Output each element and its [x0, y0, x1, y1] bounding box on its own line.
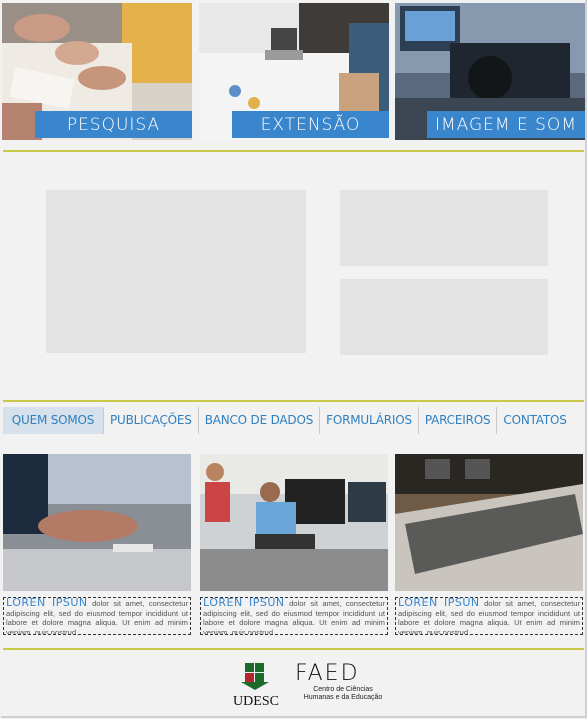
- divider-nav: [3, 400, 584, 402]
- divider-footer: [3, 648, 584, 650]
- content-placeholder-bottom-right: [340, 279, 548, 355]
- nav-formularios[interactable]: FORMULÁRIOS: [320, 406, 419, 434]
- faed-line2: Humanas e da Educação: [303, 694, 383, 701]
- hero-label: PESQUISA: [35, 111, 192, 138]
- card-image: [200, 454, 388, 591]
- nav-contatos[interactable]: CONTATOS: [497, 407, 572, 434]
- hero-label: IMAGEM E SOM: [427, 111, 585, 138]
- card-text: LOREN IPSUN dolor sit amet, consectetur …: [200, 597, 388, 635]
- divider-top: [3, 150, 584, 152]
- nav-quem-somos[interactable]: QUEM SOMOS: [3, 406, 104, 434]
- content-placeholder-top-right: [340, 190, 548, 266]
- faed-logo: FAED Centro de Ciências Humanas e da Edu…: [295, 662, 391, 702]
- news-card[interactable]: LOREN IPSUN dolor sit amet, consectetur …: [200, 454, 388, 635]
- card-heading: LOREN IPSUN: [6, 597, 88, 609]
- content-placeholder-large: [46, 190, 306, 353]
- udesc-label: UDESC: [233, 694, 279, 708]
- card-text: LOREN IPSUN dolor sit amet, consectetur …: [395, 597, 583, 635]
- hero-extensao[interactable]: EXTENSÃO: [199, 3, 389, 140]
- card-heading: LOREN IPSUN: [203, 597, 285, 609]
- card-image: [3, 454, 191, 591]
- page-frame: PESQUISA EXTENSÃO IMAGEM E SOM QUEM SOMO…: [1, 0, 587, 718]
- news-card[interactable]: LOREN IPSUN dolor sit amet, consectetur …: [3, 454, 191, 635]
- faed-line1: Centro de Ciências: [313, 686, 373, 693]
- nav-banco-de-dados[interactable]: BANCO DE DADOS: [199, 406, 321, 434]
- hero-label: EXTENSÃO: [232, 111, 389, 138]
- hero-imagem-e-som[interactable]: IMAGEM E SOM: [395, 3, 585, 140]
- nav-parceiros[interactable]: PARCEIROS: [419, 406, 498, 434]
- faed-wordmark: FAED: [295, 661, 360, 686]
- main-nav: QUEM SOMOS PUBLICAÇÕES BANCO DE DADOS FO…: [3, 404, 584, 436]
- news-card[interactable]: LOREN IPSUN dolor sit amet, consectetur …: [395, 454, 583, 635]
- card-image: [395, 454, 583, 591]
- hero-pesquisa[interactable]: PESQUISA: [2, 3, 192, 140]
- footer-logos: UDESC FAED Centro de Ciências Humanas e …: [229, 660, 391, 709]
- nav-publicacoes[interactable]: PUBLICAÇÕES: [104, 406, 199, 434]
- card-text: LOREN IPSUN dolor sit amet, consectetur …: [3, 597, 191, 635]
- card-heading: LOREN IPSUN: [398, 597, 480, 609]
